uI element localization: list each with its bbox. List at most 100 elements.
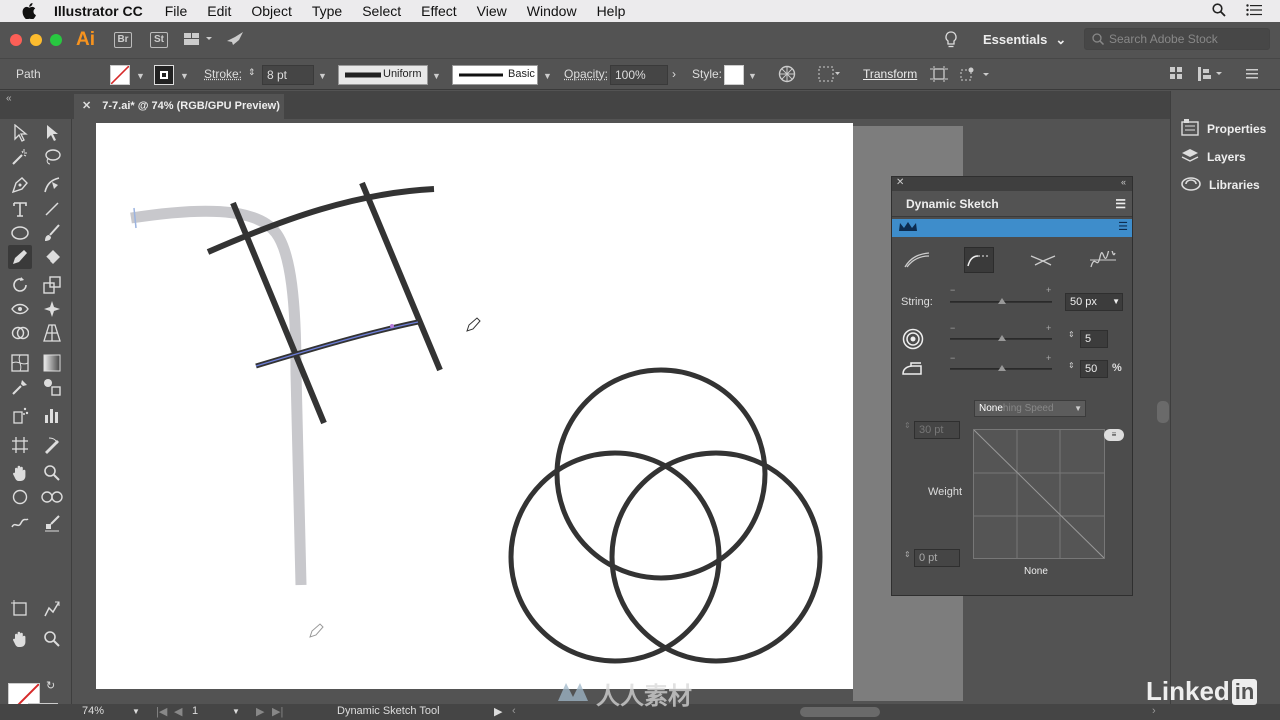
max-weight-field[interactable]: 30 pt bbox=[914, 421, 960, 439]
perspective-grid-tool-icon[interactable] bbox=[40, 321, 64, 345]
menu-object[interactable]: Object bbox=[251, 3, 291, 19]
stroke-dropdown-icon[interactable]: ▼ bbox=[180, 71, 189, 81]
close-panel-icon[interactable]: ✕ bbox=[896, 177, 904, 188]
panel-menu-icon[interactable] bbox=[1246, 68, 1258, 82]
graphic-style-swatch[interactable] bbox=[724, 65, 744, 85]
swap-fill-stroke-icon[interactable]: ↻ bbox=[46, 679, 55, 692]
zoom-dropdown-icon[interactable]: ▼ bbox=[132, 707, 140, 716]
menu-effect[interactable]: Effect bbox=[421, 3, 457, 19]
stock-search-input[interactable]: Search Adobe Stock bbox=[1084, 28, 1270, 50]
brush-dropdown-icon[interactable]: ▼ bbox=[543, 71, 552, 81]
puppet-warp-icon[interactable] bbox=[960, 66, 990, 85]
scale-tool-icon[interactable] bbox=[40, 273, 64, 297]
minimize-window-icon[interactable] bbox=[30, 34, 42, 46]
string-mode-icon[interactable] bbox=[964, 247, 994, 273]
first-artboard-icon[interactable]: |◀ bbox=[156, 705, 167, 718]
zoom-tool-icon[interactable] bbox=[40, 461, 64, 485]
isolate-object-icon[interactable] bbox=[930, 66, 948, 85]
next-artboard-icon[interactable]: ▶ bbox=[256, 705, 264, 718]
dynamic-sketch-tool-icon[interactable] bbox=[8, 245, 32, 269]
menu-window[interactable]: Window bbox=[527, 3, 577, 19]
artboard[interactable] bbox=[96, 123, 853, 689]
shaper-tool-icon[interactable] bbox=[40, 485, 64, 509]
opacity-arrow-icon[interactable]: › bbox=[672, 67, 676, 81]
notification-center-icon[interactable] bbox=[1246, 3, 1262, 19]
stroke-label[interactable]: Stroke: bbox=[204, 67, 242, 81]
width-tool-icon[interactable] bbox=[8, 297, 32, 321]
blend-tool-icon[interactable] bbox=[40, 375, 64, 399]
banner-menu-icon[interactable]: ☰ bbox=[1118, 220, 1128, 233]
stepper-icon[interactable]: ⇕ bbox=[1068, 361, 1075, 370]
eraser-tool-icon[interactable] bbox=[40, 245, 64, 269]
close-window-icon[interactable] bbox=[10, 34, 22, 46]
draw-normal-icon[interactable] bbox=[8, 597, 32, 621]
symmetry-mode-icon[interactable] bbox=[1028, 247, 1058, 273]
last-artboard-icon[interactable]: ▶| bbox=[272, 705, 283, 718]
lasso-tool-icon[interactable] bbox=[40, 145, 64, 169]
menu-view[interactable]: View bbox=[477, 3, 507, 19]
zoom-level[interactable]: 74% bbox=[82, 705, 104, 717]
lightbulb-icon[interactable] bbox=[944, 31, 958, 52]
collapse-toolbar-icon[interactable]: « bbox=[6, 93, 12, 104]
fill-dropdown-icon[interactable]: ▼ bbox=[136, 71, 145, 81]
rectangle-tool-icon[interactable] bbox=[8, 485, 32, 509]
variable-width-profile[interactable]: Uniform bbox=[338, 65, 428, 85]
brush-mode-icon[interactable] bbox=[902, 247, 932, 273]
pencil-tool-icon[interactable] bbox=[8, 511, 32, 535]
blob-brush-tool-icon[interactable] bbox=[40, 511, 64, 535]
recolor-artwork-icon[interactable] bbox=[778, 65, 796, 86]
menu-select[interactable]: Select bbox=[362, 3, 401, 19]
align-icon[interactable] bbox=[818, 66, 840, 85]
arrange-documents-icon[interactable] bbox=[184, 32, 214, 49]
slice-tool-icon[interactable] bbox=[40, 433, 64, 457]
brush-definition[interactable]: Basic bbox=[452, 65, 538, 85]
close-tab-icon[interactable]: ✕ bbox=[82, 100, 91, 112]
arrange-panel-icon[interactable] bbox=[1170, 67, 1182, 82]
direct-selection-tool-icon[interactable] bbox=[40, 121, 64, 145]
transform-link[interactable]: Transform bbox=[863, 67, 917, 81]
app-menu[interactable]: Illustrator CC bbox=[54, 3, 143, 19]
workspace-switcher[interactable]: Essentials ⌄ bbox=[983, 32, 1066, 48]
stock-button[interactable]: St bbox=[150, 32, 168, 48]
collapse-panel-icon[interactable]: « bbox=[1121, 177, 1126, 187]
string-dropdown-icon[interactable]: ▼ bbox=[1112, 294, 1120, 310]
stroke-stepper-icon[interactable]: ⇕ bbox=[248, 67, 256, 78]
smoothness-value-field[interactable]: 50 bbox=[1080, 360, 1108, 378]
previous-artboard-icon[interactable]: ◀ bbox=[174, 705, 182, 718]
column-graph-tool-icon[interactable] bbox=[40, 403, 64, 427]
stroke-weight-input[interactable]: 8 pt bbox=[262, 65, 314, 85]
profile-dropdown-icon[interactable]: ▼ bbox=[432, 71, 441, 81]
magic-wand-tool-icon[interactable] bbox=[8, 145, 32, 169]
status-menu-icon[interactable]: ▶ bbox=[494, 705, 502, 718]
hand-tool-2-icon[interactable] bbox=[8, 627, 32, 651]
scribble-mode-icon[interactable] bbox=[1088, 247, 1118, 273]
spiral-slider[interactable] bbox=[950, 335, 1052, 341]
scroll-left-icon[interactable]: ‹ bbox=[512, 705, 516, 717]
panel-titlebar[interactable]: ✕ « bbox=[892, 177, 1132, 191]
layers-panel-button[interactable]: Layers bbox=[1181, 147, 1246, 167]
symbol-sprayer-tool-icon[interactable] bbox=[8, 403, 32, 427]
libraries-panel-button[interactable]: Libraries bbox=[1181, 175, 1260, 195]
artboard-number[interactable]: 1 bbox=[192, 705, 198, 717]
zoom-window-icon[interactable] bbox=[50, 34, 62, 46]
hand-tool-icon[interactable] bbox=[8, 461, 32, 485]
menu-help[interactable]: Help bbox=[597, 3, 626, 19]
puppet-warp-tool-icon[interactable] bbox=[40, 297, 64, 321]
opacity-label[interactable]: Opacity: bbox=[564, 67, 608, 81]
ellipse-tool-icon[interactable] bbox=[8, 221, 32, 245]
gradient-tool-icon[interactable] bbox=[40, 351, 64, 375]
type-tool-icon[interactable] bbox=[8, 197, 32, 221]
curvature-tool-icon[interactable] bbox=[40, 173, 64, 197]
zoom-tool-2-icon[interactable] bbox=[40, 627, 64, 651]
stepper-icon[interactable]: ⇕ bbox=[904, 421, 911, 430]
document-tab[interactable]: ✕ 7-7.ai* @ 74% (RGB/GPU Preview) bbox=[74, 94, 284, 119]
apple-icon[interactable] bbox=[20, 2, 38, 20]
horizontal-scrollbar[interactable] bbox=[800, 707, 880, 717]
menu-type[interactable]: Type bbox=[312, 3, 342, 19]
string-slider[interactable] bbox=[950, 298, 1052, 304]
stroke-swatch[interactable] bbox=[154, 65, 174, 85]
fill-swatch[interactable] bbox=[110, 65, 130, 85]
pen-tool-icon[interactable] bbox=[8, 173, 32, 197]
graph-options-icon[interactable]: ≡ bbox=[1104, 429, 1124, 441]
stepper-icon[interactable]: ⇕ bbox=[904, 550, 911, 559]
